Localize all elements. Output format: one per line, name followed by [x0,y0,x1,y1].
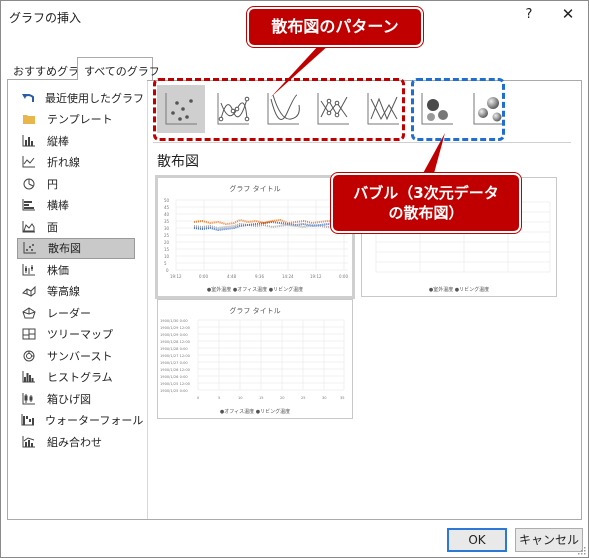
callout-bubble: バブル（3次元データ の散布図） [331,173,521,233]
cancel-button[interactable]: キャンセル [515,528,583,552]
callout-bubble-line1: バブル（3次元データ [353,184,499,202]
ok-button[interactable]: OK [447,528,507,552]
callout-pointers [271,45,445,177]
callout-scatter-pattern: 散布図のパターン [247,7,423,47]
callout-bubble-line2: の散布図） [388,204,464,222]
insert-chart-dialog: グラフの挿入 ? ✕ おすすめグラフ すべてのグラフ 最近使用したグラフ テンプ… [0,0,589,558]
resize-grip-icon[interactable] [576,545,586,555]
